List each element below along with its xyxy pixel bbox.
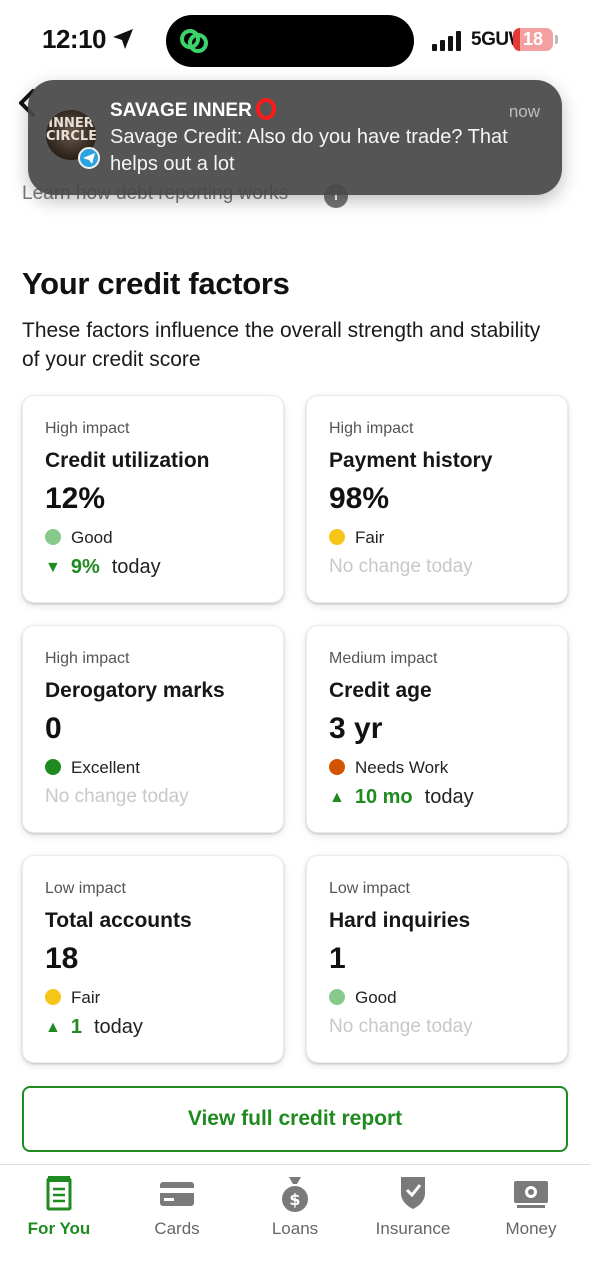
tab-for-you[interactable]: For You <box>0 1173 118 1239</box>
rating-label: Needs Work <box>355 758 449 777</box>
page-title: Your credit factors <box>22 266 290 301</box>
notification-time: now <box>508 102 540 121</box>
rating-label: Good <box>71 528 113 547</box>
factor-value: 1 <box>329 942 346 975</box>
cash-icon <box>514 1181 548 1208</box>
factor-value: 12% <box>45 482 106 515</box>
rating-label: Excellent <box>71 758 140 777</box>
factor-change: No change today <box>45 786 189 807</box>
factor-value: 98% <box>329 482 390 515</box>
rating-dot-icon <box>45 989 61 1005</box>
tab-label: Money <box>505 1219 557 1238</box>
rating-dot-icon <box>45 759 61 775</box>
factor-value: 18 <box>45 942 79 975</box>
bottom-tab-bar: For You Cards $ Loans Insurance Money <box>0 1164 590 1280</box>
factor-value: 3 yr <box>329 712 383 745</box>
factor-impact: Low impact <box>329 880 410 897</box>
tab-label: Insurance <box>375 1219 451 1238</box>
change-amount: 9% <box>70 556 100 578</box>
factor-impact: Low impact <box>45 880 126 897</box>
tab-money[interactable]: Money <box>472 1173 590 1239</box>
push-notification[interactable]: INNER CIRCLE SAVAGE INNER now Savage Cre… <box>28 80 562 195</box>
rating-dot-icon <box>329 759 345 775</box>
factor-change: ▲ 10 mo today <box>329 786 474 809</box>
factor-rating: Fair <box>329 528 384 548</box>
svg-text:$: $ <box>289 1190 300 1209</box>
shield-check-icon <box>401 1177 425 1209</box>
tab-label: Loans <box>271 1219 319 1238</box>
rating-label: Fair <box>71 988 101 1007</box>
status-time: 12:10 <box>42 24 107 54</box>
factor-name: Derogatory marks <box>45 679 225 702</box>
factor-name: Payment history <box>329 449 493 472</box>
up-triangle-icon: ▲ <box>45 1019 61 1036</box>
tab-label: Cards <box>154 1219 200 1238</box>
status-bar: 12:10 5GUW 18 <box>0 0 590 80</box>
factor-name: Credit age <box>329 679 432 702</box>
factor-impact: High impact <box>45 650 130 667</box>
factor-impact: High impact <box>45 420 130 437</box>
battery-nub <box>555 35 558 44</box>
change-suffix: today <box>111 556 161 578</box>
avatar-logo-text: INNER CIRCLE <box>46 116 96 144</box>
red-circle-icon <box>255 98 276 120</box>
factor-name: Hard inquiries <box>329 909 471 932</box>
factor-rating: Excellent <box>45 758 140 778</box>
document-icon <box>46 1176 72 1211</box>
credit-factor-card[interactable]: High impact Payment history 98% Fair No chan… <box>306 395 568 603</box>
factor-name: Credit utilization <box>45 449 210 472</box>
paper-plane-icon <box>83 153 95 164</box>
notification-body: Savage Credit: Also do you have trade? T… <box>110 126 508 175</box>
tab-label: For You <box>27 1219 91 1238</box>
tab-cards[interactable]: Cards <box>118 1173 236 1239</box>
tab-loans[interactable]: $ Loans <box>236 1173 354 1239</box>
tab-insurance[interactable]: Insurance <box>354 1173 472 1239</box>
factor-value: 0 <box>45 712 62 745</box>
money-bag-icon: $ <box>282 1177 308 1212</box>
view-credit-report-button[interactable]: View full credit report <box>22 1086 568 1152</box>
credit-factor-card[interactable]: Medium impact Credit age 3 yr Needs Work ▲ 10… <box>306 625 568 833</box>
rating-dot-icon <box>45 529 61 545</box>
credit-factor-card[interactable]: High impact Credit utilization 12% Good ▼ 9% t… <box>22 395 284 603</box>
credit-factor-card[interactable]: Low impact Total accounts 18 Fair ▲ 1 today <box>22 855 284 1063</box>
rating-dot-icon <box>329 989 345 1005</box>
up-triangle-icon: ▲ <box>329 789 345 806</box>
signal-icon <box>432 31 461 51</box>
factor-name: Total accounts <box>45 909 192 932</box>
rating-dot-icon <box>329 529 345 545</box>
battery-icon: 18 <box>513 28 553 51</box>
telegram-icon <box>78 147 100 169</box>
card-icon <box>160 1182 194 1206</box>
change-amount: 10 mo <box>354 786 413 808</box>
factor-change: No change today <box>329 1016 473 1037</box>
notification-sender: SAVAGE INNER <box>110 100 252 121</box>
factor-impact: Medium impact <box>329 650 438 667</box>
credit-factor-card[interactable]: Low impact Hard inquiries 1 Good No change t… <box>306 855 568 1063</box>
page-subtitle: These factors influence the overall stre… <box>22 319 541 371</box>
credit-factor-card[interactable]: High impact Derogatory marks 0 Excellent No … <box>22 625 284 833</box>
factor-rating: Fair <box>45 988 100 1008</box>
rating-label: Fair <box>355 528 385 547</box>
notification-title: SAVAGE INNER <box>110 98 276 122</box>
factor-rating: Needs Work <box>329 758 448 778</box>
factor-rating: Good <box>45 528 113 548</box>
factor-change: ▲ 1 today <box>45 1016 143 1039</box>
change-suffix: today <box>93 1016 143 1038</box>
link-rings-icon <box>180 29 208 53</box>
factor-change: No change today <box>329 556 473 577</box>
factor-rating: Good <box>329 988 397 1008</box>
down-triangle-icon: ▼ <box>45 559 61 576</box>
rating-label: Good <box>355 988 397 1007</box>
factor-impact: High impact <box>329 420 414 437</box>
battery-level: 18 <box>522 29 544 49</box>
location-arrow-icon <box>113 29 133 49</box>
change-suffix: today <box>424 786 474 808</box>
change-amount: 1 <box>70 1016 82 1038</box>
factor-change: ▼ 9% today <box>45 556 161 579</box>
